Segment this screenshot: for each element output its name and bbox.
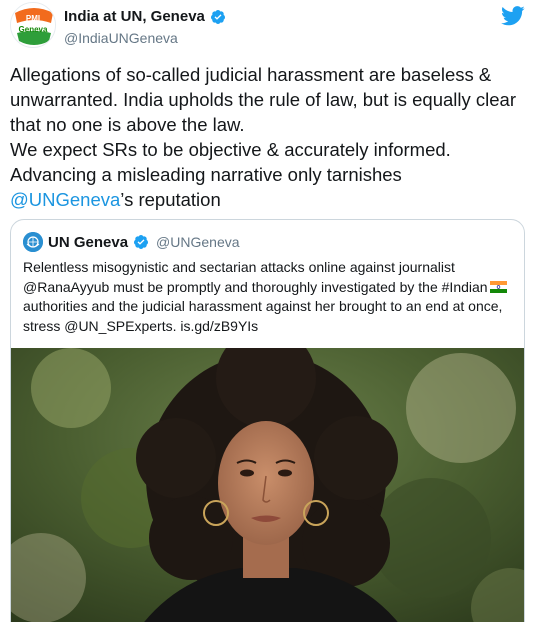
quoted-tweet-header: UN Geneva @UNGeneva [23,232,240,252]
mention-link[interactable]: @UNGeneva [10,189,120,210]
quoted-author-name[interactable]: UN Geneva [48,234,128,251]
verified-badge-icon [210,9,226,25]
author-display-name[interactable]: India at UN, Geneva [64,8,205,25]
quoted-text-part2: authorities and the judicial harassment … [23,298,503,334]
quoted-author-avatar[interactable] [23,232,43,252]
quoted-text-part1: Relentless misogynistic and sectarian at… [23,259,488,295]
author-handle[interactable]: @IndiaUNGeneva [64,30,178,46]
twitter-bird-icon[interactable] [501,6,525,26]
india-flag-icon [489,279,507,293]
tweet-header: PMI Geneva India at UN, Geneva @IndiaUNG… [10,2,525,52]
tweet-card[interactable]: PMI Geneva India at UN, Geneva @IndiaUNG… [0,0,535,622]
tweet-body-text: Allegations of so-called judicial harass… [10,62,525,212]
avatar-text-top: PMI [25,14,41,23]
quoted-tweet-text: Relentless misogynistic and sectarian at… [23,258,518,336]
tweet-text-part1: Allegations of so-called judicial harass… [10,64,516,185]
quoted-author-handle[interactable]: @UNGeneva [156,234,239,250]
verified-badge-icon [133,234,149,250]
author-avatar[interactable]: PMI Geneva [10,2,56,48]
quoted-tweet[interactable]: UN Geneva @UNGeneva Relentless misogynis… [10,219,525,622]
tweet-text-part2: ’s reputation [120,189,221,210]
author-name-row: India at UN, Geneva [64,8,226,25]
quoted-tweet-photo[interactable] [11,348,524,622]
avatar-text-bottom: Geneva [18,25,48,34]
